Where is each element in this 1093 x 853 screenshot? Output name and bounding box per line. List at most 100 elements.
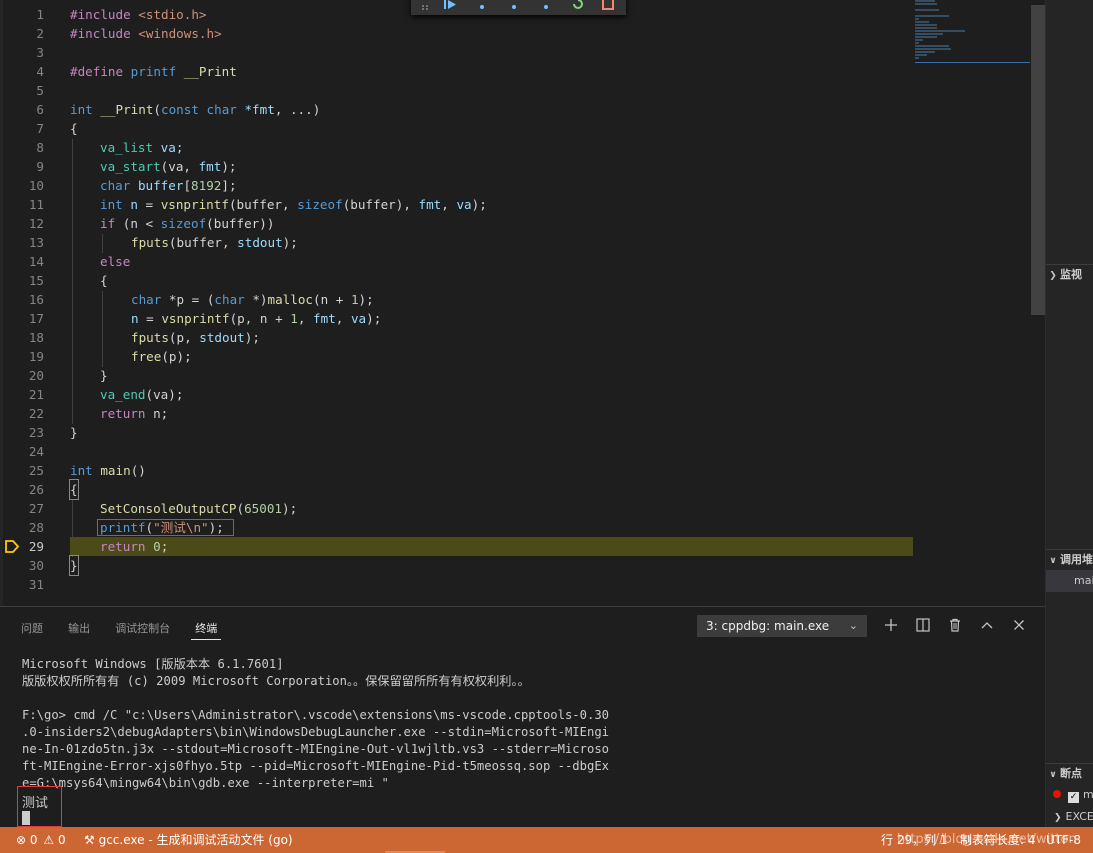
code-token: { — [69, 479, 79, 500]
step-into-icon[interactable] — [507, 0, 521, 10]
code-token: ); — [358, 292, 374, 307]
code-token: { — [70, 121, 78, 136]
code-token: va_list — [100, 140, 154, 155]
add-terminal-icon[interactable] — [883, 617, 899, 633]
tab-problems[interactable]: 问题 — [17, 619, 47, 639]
line-number: 31 — [28, 577, 44, 592]
panel-tabs: 问题 输出 调试控制台 终端 — [11, 617, 227, 640]
checkbox-icon[interactable]: ✓ — [1068, 792, 1079, 803]
line-number: 19 — [28, 349, 44, 364]
code-token: , — [335, 311, 351, 326]
code-token: (buffer), — [342, 197, 419, 212]
watch-section-header[interactable]: ❯ 监视 — [1046, 264, 1093, 286]
code-token: int — [100, 197, 123, 212]
code-token: ); — [221, 159, 237, 174]
breakpoint-item[interactable]: ✓ m — [1046, 784, 1093, 806]
line-number: 13 — [28, 235, 44, 250]
code-token: const — [161, 102, 199, 117]
terminal-output[interactable]: Microsoft Windows [版版本本 6.1.7601] 版版权权所所有… — [22, 656, 1032, 792]
trash-icon[interactable] — [947, 617, 963, 633]
preprocessor-directive: #include — [70, 26, 131, 41]
code-token: = — [137, 197, 161, 212]
code-token: else — [100, 254, 131, 269]
code-token: } — [69, 555, 79, 576]
code-token: *) — [244, 292, 268, 307]
exceptions-item[interactable]: ❯EXCEP — [1046, 806, 1093, 828]
code-line: 17 n = vsnprintf(p, n + 1, fmt, va); — [0, 309, 1030, 328]
tab-debug-console[interactable]: 调试控制台 — [111, 619, 174, 639]
code-token: fmt — [313, 311, 336, 326]
restart-icon[interactable] — [571, 0, 585, 10]
minimap[interactable] — [915, 0, 1030, 70]
close-panel-icon[interactable] — [1011, 617, 1027, 633]
editor-scrollbar[interactable] — [1031, 5, 1045, 315]
stop-icon[interactable] — [601, 0, 615, 10]
line-number: 11 — [28, 197, 44, 212]
maximize-panel-icon[interactable] — [979, 617, 995, 633]
code-line: 9 va_start(va, fmt); — [0, 157, 1030, 176]
code-line: 13 fputs(buffer, stdout); — [0, 233, 1030, 252]
code-token: char — [206, 102, 237, 117]
step-out-icon[interactable] — [539, 0, 553, 10]
line-number: 5 — [36, 83, 44, 98]
terminal-select[interactable]: 3: cppdbg: main.exe ⌄ — [697, 615, 867, 637]
drag-handle-icon[interactable] — [419, 0, 433, 10]
tab-output[interactable]: 输出 — [64, 619, 94, 639]
breakpoints-section-header[interactable]: ∨ 断点 — [1046, 763, 1093, 785]
chevron-right-icon: ❯ — [1054, 813, 1062, 823]
code-token: (n < — [115, 216, 161, 231]
line-number: 24 — [28, 444, 44, 459]
code-token: va_start — [100, 159, 161, 174]
watermark: https://blog.csdn.net/witton — [897, 832, 1077, 847]
line-number: 30 — [28, 558, 44, 573]
code-line: 14 else — [0, 252, 1030, 271]
code-token: ); — [471, 197, 487, 212]
callstack-section-header[interactable]: ∨ 调用堆 — [1046, 549, 1093, 571]
include-path: <windows.h> — [138, 26, 222, 41]
macro-name: printf — [130, 64, 177, 79]
tab-terminal[interactable]: 终端 — [191, 619, 222, 640]
line-number: 25 — [28, 463, 44, 478]
code-token: } — [70, 425, 78, 440]
line-number: 7 — [36, 121, 44, 136]
code-line: 6 int __Print(const char *fmt, ...) — [0, 100, 1030, 119]
code-line: 11 int n = vsnprintf(buffer, sizeof(buffe… — [0, 195, 1030, 214]
error-icon: ⊗ — [16, 833, 27, 847]
task-status[interactable]: ⚒ gcc.exe - 生成和调试活动文件 (go) — [84, 827, 293, 853]
code-token: sizeof — [297, 197, 343, 212]
preprocessor-directive: #include — [70, 7, 131, 22]
line-number: 12 — [28, 216, 44, 231]
code-line: 3 — [0, 43, 1030, 62]
callstack-item[interactable]: mai — [1046, 570, 1093, 592]
code-token: (p, n + — [229, 311, 291, 326]
code-line: 8 va_list va; — [0, 138, 1030, 157]
chevron-down-icon: ⌄ — [848, 619, 858, 632]
include-path: <stdio.h> — [138, 7, 207, 22]
code-token: fputs — [131, 330, 169, 345]
code-token: vsnprintf — [160, 197, 229, 212]
code-token: fmt — [418, 197, 442, 212]
line-number: 4 — [36, 64, 44, 79]
code-token: SetConsoleOutputCP — [100, 501, 237, 516]
code-token: va — [350, 311, 367, 326]
problems-status[interactable]: ⊗ 0 ⚠ 0 — [16, 827, 66, 853]
code-editor[interactable]: 1 #include <stdio.h> 2 #include <windows.h… — [0, 0, 1045, 606]
code-line: 26 { — [0, 479, 1030, 500]
code-token: fmt — [198, 159, 222, 174]
code-token: 1 — [290, 311, 298, 326]
code-token: *fmt — [244, 102, 275, 117]
warning-icon: ⚠ — [43, 833, 55, 847]
line-number: 6 — [36, 102, 44, 117]
step-over-icon[interactable] — [475, 0, 489, 10]
continue-icon[interactable] — [443, 0, 457, 10]
code-token: return — [100, 406, 146, 421]
code-token: } — [100, 368, 108, 383]
code-line: 5 — [0, 81, 1030, 100]
debug-toolbar — [411, 0, 626, 15]
code-line: 24 — [0, 442, 1030, 461]
split-terminal-icon[interactable] — [915, 617, 931, 633]
error-count: 0 — [29, 833, 38, 847]
code-line-current: 29 return 0; — [0, 537, 1030, 556]
code-token: stdout — [237, 235, 283, 250]
code-token: (n + — [313, 292, 351, 307]
